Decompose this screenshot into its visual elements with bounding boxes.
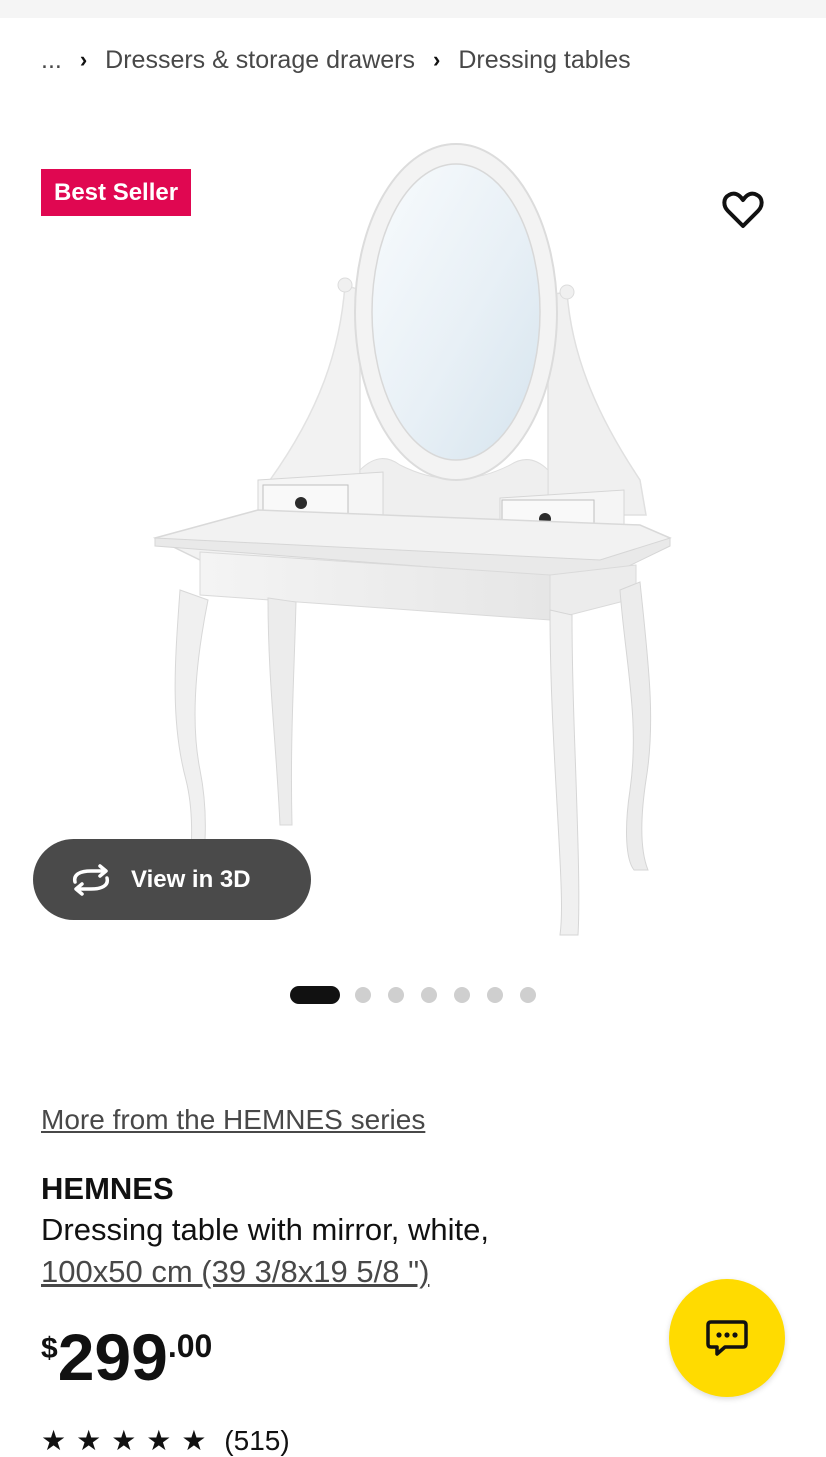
chevron-right-icon: ›	[433, 47, 441, 72]
status-strip	[0, 0, 826, 18]
product-rating[interactable]: ★★★★★ (515)	[41, 1424, 290, 1457]
rating-count: (515)	[224, 1425, 290, 1456]
carousel-dot[interactable]	[487, 987, 503, 1003]
breadcrumb: ... › Dressers & storage drawers › Dress…	[41, 42, 631, 78]
best-seller-badge: Best Seller	[41, 169, 192, 216]
carousel-dot[interactable]	[388, 987, 404, 1003]
series-link[interactable]: More from the HEMNES series	[41, 1104, 425, 1136]
carousel-dot[interactable]	[454, 987, 470, 1003]
view-in-3d-label: View in 3D	[131, 865, 251, 893]
product-image[interactable]	[0, 120, 826, 960]
chat-icon	[706, 1320, 748, 1356]
carousel-dot[interactable]	[355, 987, 371, 1003]
rating-stars-icon: ★★★★★	[41, 1425, 217, 1456]
view-in-3d-button[interactable]: View in 3D	[33, 839, 311, 920]
chevron-right-icon: ›	[79, 47, 88, 72]
breadcrumb-item-dressers[interactable]: Dressers & storage drawers	[105, 46, 415, 75]
carousel-dot[interactable]	[421, 987, 437, 1003]
product-price: $299.00	[41, 1322, 212, 1392]
product-description: Dressing table with mirror, white,	[41, 1212, 489, 1247]
favorite-button[interactable]	[720, 188, 766, 232]
price-decimal: .00	[167, 1328, 213, 1364]
carousel-dot-active[interactable]	[290, 986, 340, 1004]
rotate-3d-icon	[72, 863, 110, 896]
dressing-table-illustration	[152, 143, 672, 936]
price-currency: $	[41, 1332, 58, 1365]
price-integer: 299	[57, 1320, 168, 1394]
carousel-dot[interactable]	[520, 987, 536, 1003]
product-size-link[interactable]: 100x50 cm (39 3/8x19 5/8 ")	[41, 1254, 429, 1290]
breadcrumb-ellipsis[interactable]: ...	[41, 46, 62, 75]
product-name: HEMNES	[41, 1171, 174, 1206]
chat-button[interactable]	[669, 1279, 785, 1397]
heart-icon	[722, 191, 764, 228]
carousel-pagination	[0, 986, 826, 1004]
breadcrumb-item-dressing-tables[interactable]: Dressing tables	[458, 46, 630, 75]
